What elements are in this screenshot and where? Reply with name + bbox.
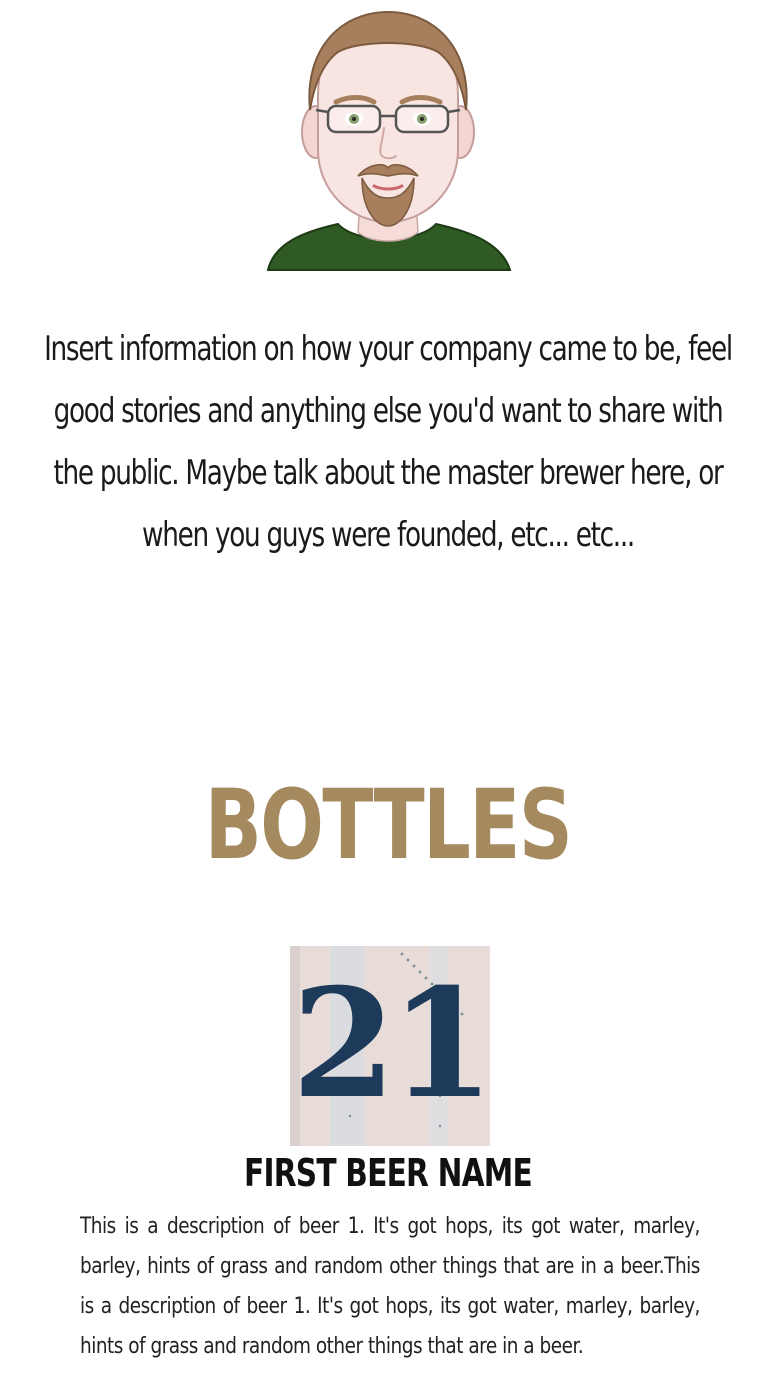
- beer-1-image: 21: [290, 946, 490, 1146]
- beer-1-name: FIRST BEER NAME: [243, 1151, 533, 1195]
- founder-avatar: [258, 0, 518, 272]
- beer-1-image-text: 21: [292, 956, 489, 1132]
- bottles-heading: BOTTLES: [204, 769, 573, 881]
- beer-1-description: This is a description of beer 1. It's go…: [80, 1214, 700, 1359]
- bearded-man-avatar-icon: [266, 10, 512, 271]
- number-21-sign-icon: 21: [290, 946, 490, 1146]
- company-story-text: Insert information on how your company c…: [44, 329, 733, 555]
